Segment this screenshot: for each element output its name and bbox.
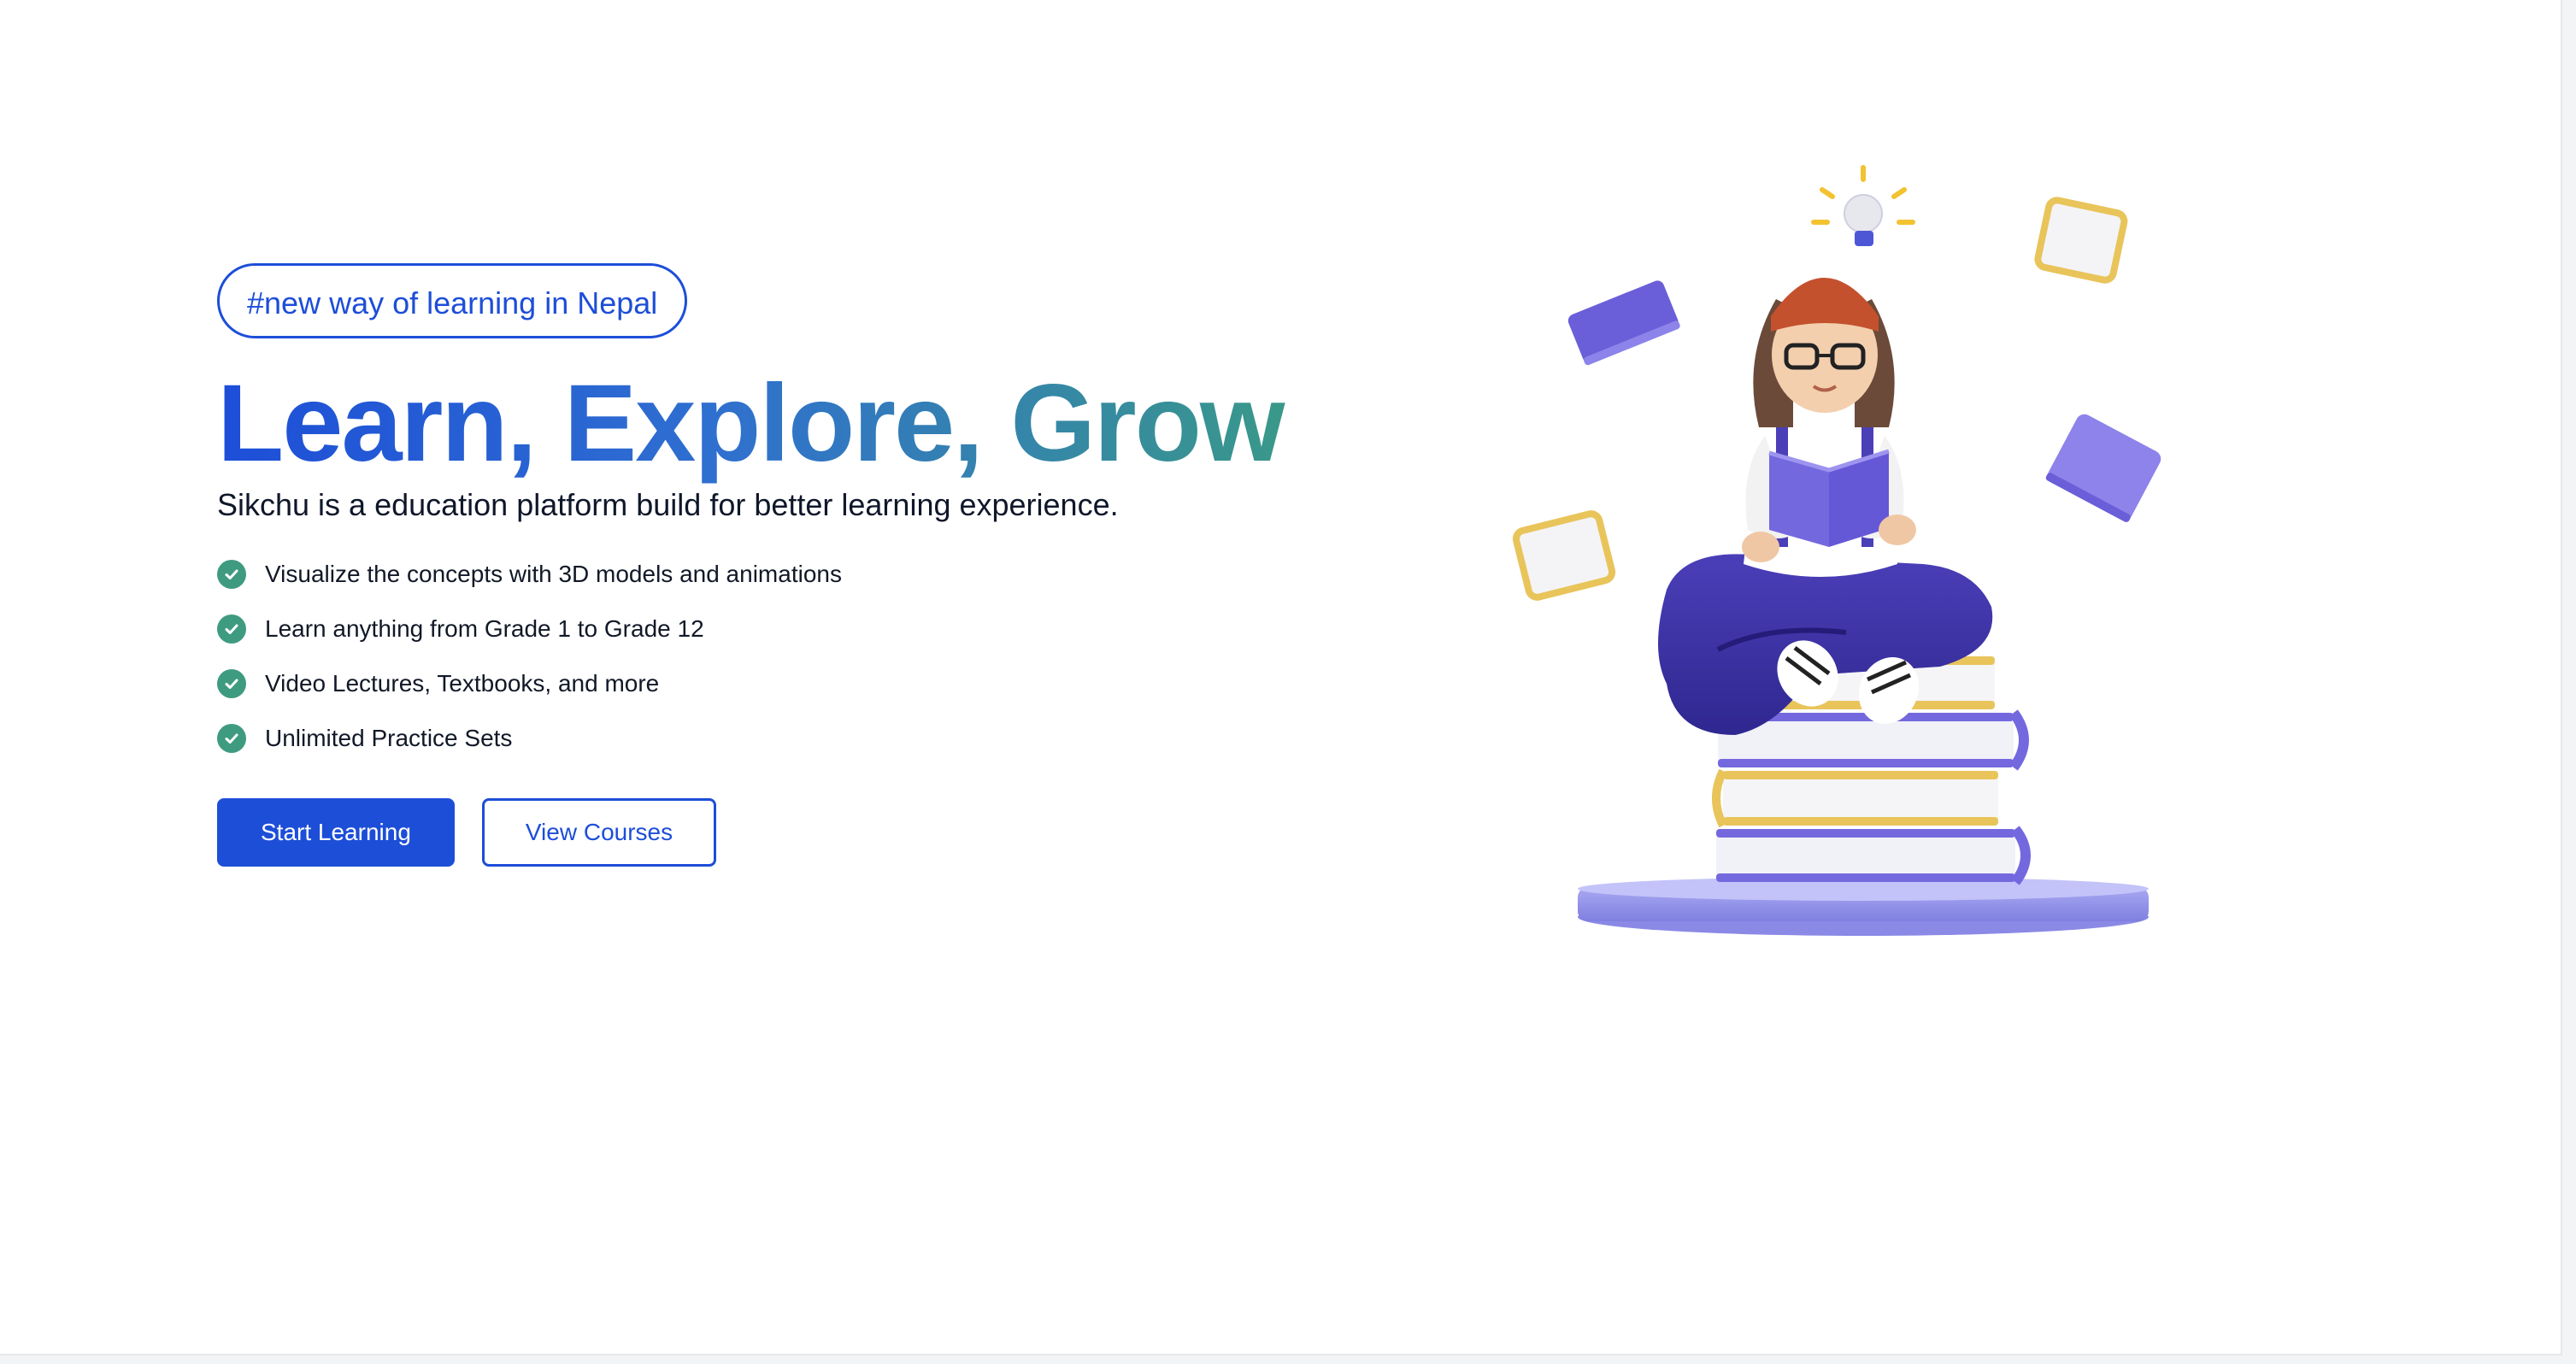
head	[1753, 278, 1895, 427]
hero-subtitle: Sikchu is a education platform build for…	[217, 487, 1119, 522]
floating-book-gold-left	[1512, 510, 1616, 601]
hero-actions: Start Learning View Courses	[217, 798, 1311, 867]
feature-item: Video Lectures, Textbooks, and more	[217, 656, 1311, 711]
hero-headline: Learn, Explore, Grow	[217, 364, 1311, 484]
feature-text: Unlimited Practice Sets	[265, 725, 513, 751]
girl-reading-on-books-illustration	[1504, 154, 2222, 957]
left-hand	[1742, 532, 1779, 562]
page: #new way of learning in Nepal Learn, Exp…	[0, 0, 2562, 1355]
check-circle-icon	[217, 724, 246, 753]
check-circle-icon	[217, 614, 246, 644]
check-circle-icon	[217, 669, 246, 698]
feature-item: Unlimited Practice Sets	[217, 711, 1311, 766]
feature-text: Visualize the concepts with 3D models an…	[265, 561, 842, 587]
start-learning-button[interactable]: Start Learning	[217, 798, 455, 867]
feature-text: Video Lectures, Textbooks, and more	[265, 670, 660, 697]
floating-book-purple-left	[1567, 280, 1680, 366]
hero-section: #new way of learning in Nepal Learn, Exp…	[217, 263, 1311, 867]
floating-book-gold-top-right	[2034, 197, 2128, 284]
right-hand	[1879, 514, 1916, 545]
lightbulb-icon	[1811, 165, 1915, 246]
floating-book-purple-right	[2045, 414, 2161, 522]
feature-list: Visualize the concepts with 3D models an…	[217, 547, 1311, 766]
feature-item: Learn anything from Grade 1 to Grade 12	[217, 602, 1311, 656]
hero-illustration-svg	[1512, 165, 2161, 936]
tagline-badge: #new way of learning in Nepal	[217, 263, 688, 338]
feature-text: Learn anything from Grade 1 to Grade 12	[265, 615, 704, 642]
view-courses-button[interactable]: View Courses	[481, 798, 717, 867]
feature-item: Visualize the concepts with 3D models an…	[217, 547, 1311, 602]
check-circle-icon	[217, 560, 246, 589]
